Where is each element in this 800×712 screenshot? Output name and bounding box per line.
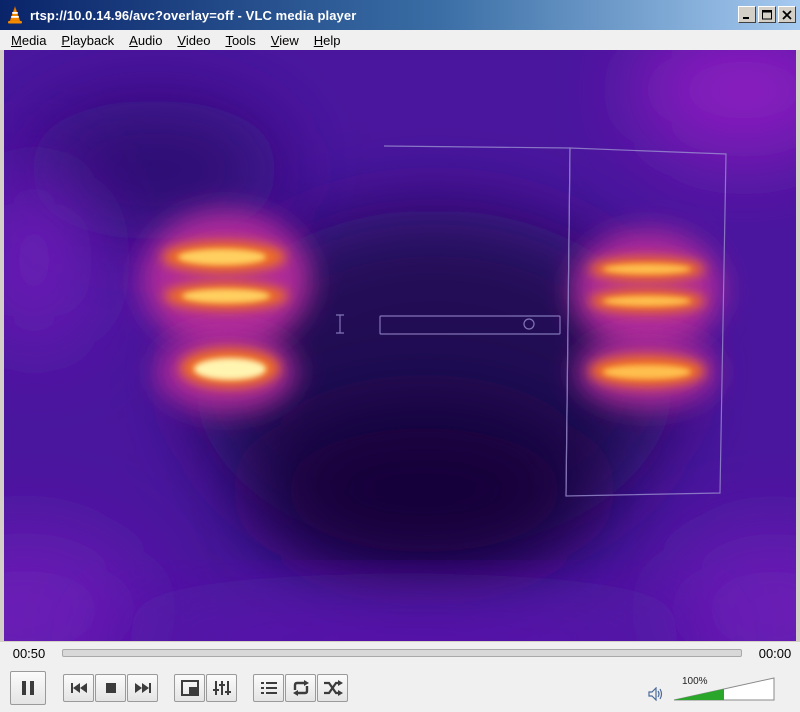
- maximize-button[interactable]: [758, 6, 776, 23]
- fullscreen-icon: [180, 680, 199, 696]
- menu-media[interactable]: Media: [4, 33, 54, 48]
- stop-button[interactable]: [95, 674, 126, 702]
- pause-icon: [22, 681, 34, 695]
- menu-playback[interactable]: Playback: [54, 33, 122, 48]
- speaker-icon[interactable]: [648, 687, 664, 701]
- shuffle-icon: [323, 680, 343, 696]
- menu-tools[interactable]: Tools: [218, 33, 263, 48]
- previous-icon: [70, 683, 87, 693]
- stop-icon: [105, 683, 116, 693]
- maximize-icon: [762, 9, 772, 19]
- title-bar[interactable]: rtsp://10.0.14.96/avc?overlay=off - VLC …: [0, 0, 800, 30]
- thermal-video-frame: [4, 50, 796, 641]
- extended-settings-button[interactable]: [206, 674, 237, 702]
- elapsed-time: 00:50: [12, 645, 46, 661]
- next-button[interactable]: [127, 674, 158, 702]
- volume-slider[interactable]: [672, 676, 776, 702]
- window-title: rtsp://10.0.14.96/avc?overlay=off - VLC …: [30, 7, 357, 23]
- hot-spot-left: [141, 210, 311, 412]
- next-icon: [134, 683, 151, 693]
- pause-button[interactable]: [10, 671, 46, 705]
- close-icon: [782, 9, 792, 20]
- remaining-time[interactable]: 00:00: [750, 646, 800, 661]
- close-button[interactable]: [778, 6, 796, 23]
- playlist-button[interactable]: [253, 674, 284, 702]
- previous-button[interactable]: [63, 674, 94, 702]
- menu-help[interactable]: Help: [307, 33, 349, 48]
- seek-row: 00:50 00:00: [0, 642, 800, 664]
- video-display[interactable]: [4, 50, 796, 641]
- loop-icon: [292, 680, 309, 696]
- menu-video[interactable]: Video: [170, 33, 218, 48]
- seek-slider[interactable]: [62, 649, 742, 657]
- hot-spot-right: [572, 230, 722, 408]
- menu-bar: Media Playback Audio Video Tools View He…: [0, 30, 800, 50]
- loop-button[interactable]: [285, 674, 316, 702]
- vlc-cone-icon: [6, 6, 24, 24]
- random-button[interactable]: [317, 674, 348, 702]
- menu-view[interactable]: View: [264, 33, 307, 48]
- fullscreen-button[interactable]: [174, 674, 205, 702]
- playlist-icon: [260, 682, 277, 694]
- equalizer-icon: [212, 681, 231, 695]
- volume-control: 100%: [648, 674, 778, 704]
- minimize-button[interactable]: [738, 6, 756, 23]
- menu-audio[interactable]: Audio: [122, 33, 170, 48]
- minimize-icon: [743, 16, 749, 19]
- control-bar: 100%: [0, 664, 800, 712]
